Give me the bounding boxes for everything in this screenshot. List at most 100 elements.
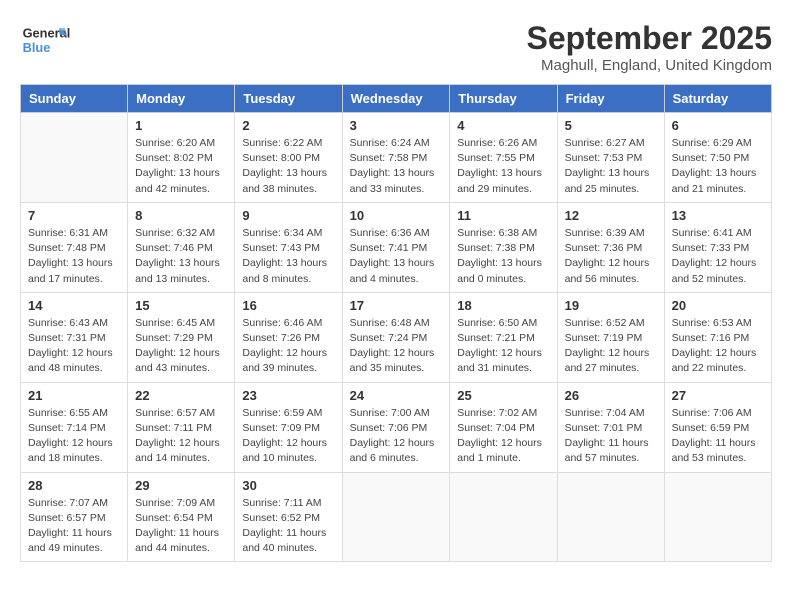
day-info: Sunrise: 6:55 AM Sunset: 7:14 PM Dayligh…	[28, 406, 120, 467]
day-number: 18	[457, 298, 549, 313]
day-info: Sunrise: 6:48 AM Sunset: 7:24 PM Dayligh…	[350, 316, 443, 377]
day-cell: 30Sunrise: 7:11 AM Sunset: 6:52 PM Dayli…	[235, 472, 342, 562]
day-number: 23	[242, 388, 334, 403]
day-number: 13	[672, 208, 764, 223]
day-info: Sunrise: 7:02 AM Sunset: 7:04 PM Dayligh…	[457, 406, 549, 467]
day-cell: 9 Sunrise: 6:34 AM Sunset: 7:43 PM Daylig…	[235, 202, 342, 292]
week-row-1: 1 Sunrise: 6:20 AM Sunset: 8:02 PM Daylig…	[21, 113, 772, 203]
day-info: Sunrise: 7:06 AM Sunset: 6:59 PM Dayligh…	[672, 406, 764, 467]
day-info: Sunrise: 6:34 AM Sunset: 7:43 PM Dayligh…	[242, 226, 334, 287]
day-cell: 10Sunrise: 6:36 AM Sunset: 7:41 PM Dayli…	[342, 202, 450, 292]
day-info: Sunrise: 6:32 AM Sunset: 7:46 PM Dayligh…	[135, 226, 227, 287]
day-info: Sunrise: 6:38 AM Sunset: 7:38 PM Dayligh…	[457, 226, 549, 287]
logo: General Blue	[20, 20, 70, 60]
day-info: Sunrise: 7:00 AM Sunset: 7:06 PM Dayligh…	[350, 406, 443, 467]
day-info: Sunrise: 6:31 AM Sunset: 7:48 PM Dayligh…	[28, 226, 120, 287]
day-number: 3	[350, 118, 443, 133]
day-cell: 19 Sunrise: 6:52 AM Sunset: 7:19 PM Dayli…	[557, 292, 664, 382]
day-cell: 23 Sunrise: 6:59 AM Sunset: 7:09 PM Dayli…	[235, 382, 342, 472]
day-cell: 3 Sunrise: 6:24 AM Sunset: 7:58 PM Daylig…	[342, 113, 450, 203]
weekday-header-thursday: Thursday	[450, 85, 557, 113]
day-cell	[21, 113, 128, 203]
day-info: Sunrise: 6:39 AM Sunset: 7:36 PM Dayligh…	[565, 226, 657, 287]
day-cell: 7 Sunrise: 6:31 AM Sunset: 7:48 PM Daylig…	[21, 202, 128, 292]
day-cell: 17 Sunrise: 6:48 AM Sunset: 7:24 PM Dayli…	[342, 292, 450, 382]
day-cell: 12 Sunrise: 6:39 AM Sunset: 7:36 PM Dayli…	[557, 202, 664, 292]
weekday-header-monday: Monday	[128, 85, 235, 113]
svg-text:Blue: Blue	[23, 40, 51, 55]
day-info: Sunrise: 6:45 AM Sunset: 7:29 PM Dayligh…	[135, 316, 227, 377]
day-info: Sunrise: 6:53 AM Sunset: 7:16 PM Dayligh…	[672, 316, 764, 377]
day-info: Sunrise: 6:43 AM Sunset: 7:31 PM Dayligh…	[28, 316, 120, 377]
day-cell: 6 Sunrise: 6:29 AM Sunset: 7:50 PM Daylig…	[664, 113, 771, 203]
day-info: Sunrise: 6:41 AM Sunset: 7:33 PM Dayligh…	[672, 226, 764, 287]
page-header: General Blue September 2025 Maghull, Eng…	[20, 20, 772, 74]
day-number: 7	[28, 208, 120, 223]
day-cell: 28 Sunrise: 7:07 AM Sunset: 6:57 PM Dayli…	[21, 472, 128, 562]
day-number: 6	[672, 118, 764, 133]
week-row-5: 28 Sunrise: 7:07 AM Sunset: 6:57 PM Dayli…	[21, 472, 772, 562]
day-number: 5	[565, 118, 657, 133]
day-cell: 24 Sunrise: 7:00 AM Sunset: 7:06 PM Dayli…	[342, 382, 450, 472]
day-info: Sunrise: 6:20 AM Sunset: 8:02 PM Dayligh…	[135, 136, 227, 197]
day-info: Sunrise: 6:26 AM Sunset: 7:55 PM Dayligh…	[457, 136, 549, 197]
day-number: 10	[350, 208, 443, 223]
day-info: Sunrise: 6:52 AM Sunset: 7:19 PM Dayligh…	[565, 316, 657, 377]
day-number: 2	[242, 118, 334, 133]
day-number: 14	[28, 298, 120, 313]
day-number: 25	[457, 388, 549, 403]
weekday-header-saturday: Saturday	[664, 85, 771, 113]
day-cell: 11Sunrise: 6:38 AM Sunset: 7:38 PM Dayli…	[450, 202, 557, 292]
location: Maghull, England, United Kingdom	[527, 57, 772, 74]
day-number: 16	[242, 298, 334, 313]
day-cell	[664, 472, 771, 562]
day-number: 26	[565, 388, 657, 403]
weekday-header-sunday: Sunday	[21, 85, 128, 113]
day-info: Sunrise: 6:24 AM Sunset: 7:58 PM Dayligh…	[350, 136, 443, 197]
week-row-4: 21Sunrise: 6:55 AM Sunset: 7:14 PM Dayli…	[21, 382, 772, 472]
day-cell: 26 Sunrise: 7:04 AM Sunset: 7:01 PM Dayli…	[557, 382, 664, 472]
day-info: Sunrise: 6:57 AM Sunset: 7:11 PM Dayligh…	[135, 406, 227, 467]
month-title: September 2025	[527, 20, 772, 57]
day-number: 19	[565, 298, 657, 313]
day-number: 12	[565, 208, 657, 223]
day-info: Sunrise: 6:46 AM Sunset: 7:26 PM Dayligh…	[242, 316, 334, 377]
day-cell: 1 Sunrise: 6:20 AM Sunset: 8:02 PM Daylig…	[128, 113, 235, 203]
day-info: Sunrise: 7:07 AM Sunset: 6:57 PM Dayligh…	[28, 496, 120, 557]
day-cell: 16 Sunrise: 6:46 AM Sunset: 7:26 PM Dayli…	[235, 292, 342, 382]
day-number: 28	[28, 478, 120, 493]
day-number: 9	[242, 208, 334, 223]
day-number: 27	[672, 388, 764, 403]
day-number: 22	[135, 388, 227, 403]
day-info: Sunrise: 6:27 AM Sunset: 7:53 PM Dayligh…	[565, 136, 657, 197]
calendar-table: SundayMondayTuesdayWednesdayThursdayFrid…	[20, 84, 772, 562]
week-row-2: 7 Sunrise: 6:31 AM Sunset: 7:48 PM Daylig…	[21, 202, 772, 292]
day-info: Sunrise: 6:50 AM Sunset: 7:21 PM Dayligh…	[457, 316, 549, 377]
weekday-header-friday: Friday	[557, 85, 664, 113]
day-cell	[342, 472, 450, 562]
day-number: 8	[135, 208, 227, 223]
weekday-header-row: SundayMondayTuesdayWednesdayThursdayFrid…	[21, 85, 772, 113]
day-info: Sunrise: 6:29 AM Sunset: 7:50 PM Dayligh…	[672, 136, 764, 197]
day-number: 20	[672, 298, 764, 313]
weekday-header-wednesday: Wednesday	[342, 85, 450, 113]
day-cell: 2 Sunrise: 6:22 AM Sunset: 8:00 PM Daylig…	[235, 113, 342, 203]
day-cell: 27 Sunrise: 7:06 AM Sunset: 6:59 PM Dayli…	[664, 382, 771, 472]
day-info: Sunrise: 7:04 AM Sunset: 7:01 PM Dayligh…	[565, 406, 657, 467]
day-number: 29	[135, 478, 227, 493]
day-number: 15	[135, 298, 227, 313]
day-cell: 5 Sunrise: 6:27 AM Sunset: 7:53 PM Daylig…	[557, 113, 664, 203]
day-info: Sunrise: 6:59 AM Sunset: 7:09 PM Dayligh…	[242, 406, 334, 467]
day-cell: 20 Sunrise: 6:53 AM Sunset: 7:16 PM Dayli…	[664, 292, 771, 382]
logo-icon: General Blue	[20, 20, 70, 60]
day-number: 1	[135, 118, 227, 133]
day-info: Sunrise: 7:11 AM Sunset: 6:52 PM Dayligh…	[242, 496, 334, 557]
day-cell: 25 Sunrise: 7:02 AM Sunset: 7:04 PM Dayli…	[450, 382, 557, 472]
day-cell	[450, 472, 557, 562]
day-cell: 21Sunrise: 6:55 AM Sunset: 7:14 PM Dayli…	[21, 382, 128, 472]
day-number: 24	[350, 388, 443, 403]
day-cell: 15 Sunrise: 6:45 AM Sunset: 7:29 PM Dayli…	[128, 292, 235, 382]
day-info: Sunrise: 6:22 AM Sunset: 8:00 PM Dayligh…	[242, 136, 334, 197]
week-row-3: 14 Sunrise: 6:43 AM Sunset: 7:31 PM Dayli…	[21, 292, 772, 382]
day-number: 17	[350, 298, 443, 313]
